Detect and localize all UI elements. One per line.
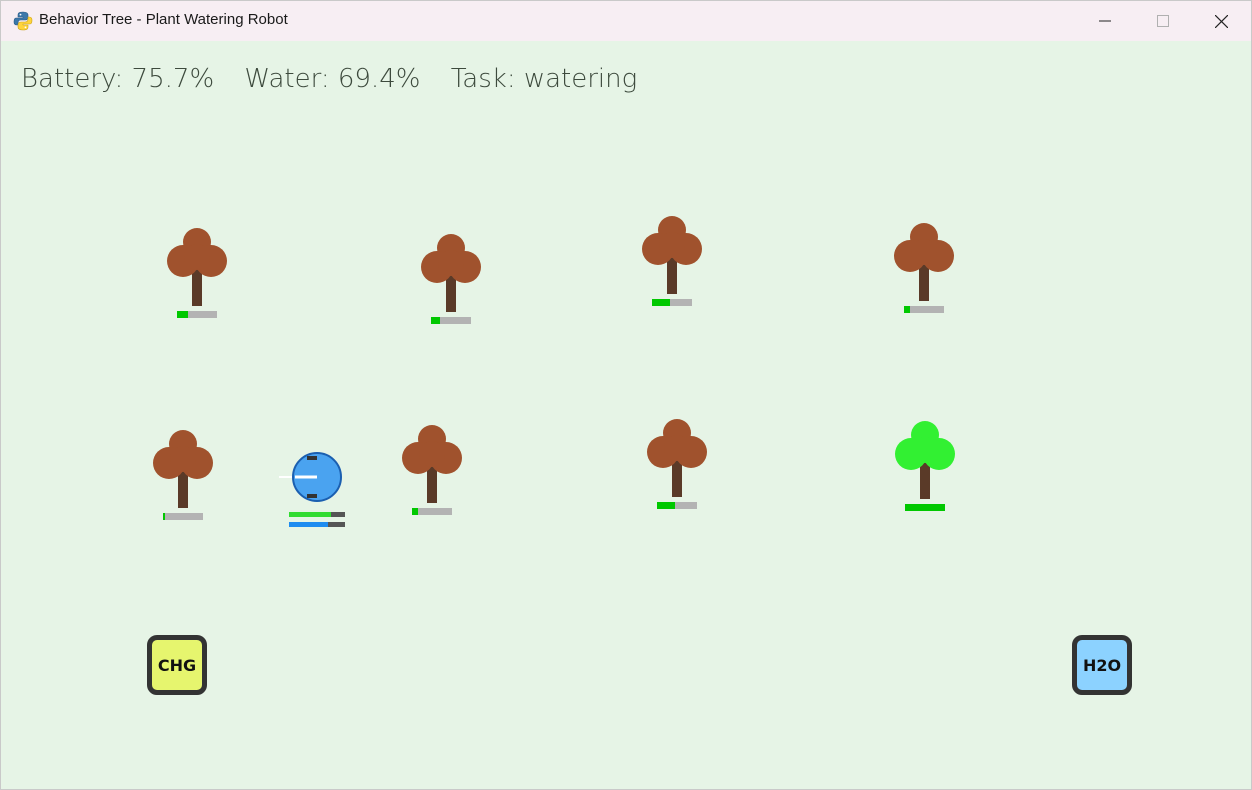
plant (632, 215, 712, 325)
plant-icon (402, 425, 462, 503)
app-window: Behavior Tree - Plant Watering Robot Bat… (0, 0, 1252, 790)
status-hud: Battery: 75.7% Water: 69.4% Task: wateri… (21, 64, 659, 94)
plant-moisture-fill (905, 504, 945, 511)
water-station[interactable]: H2O (1072, 635, 1132, 695)
plant-moisture-fill (163, 513, 165, 520)
plant (392, 424, 472, 534)
plant-icon (894, 223, 954, 301)
plant-moisture-bar (412, 508, 452, 515)
plant (885, 420, 965, 530)
plant-icon (167, 228, 227, 306)
plant (884, 222, 964, 332)
task-status: Task: watering (450, 64, 638, 94)
robot-battery-bar (289, 512, 345, 517)
charging-station-label: CHG (157, 655, 197, 675)
plant (157, 227, 237, 337)
maximize-icon (1157, 15, 1169, 27)
plant-moisture-bar (904, 306, 944, 313)
close-icon (1214, 14, 1228, 28)
robot (277, 451, 349, 531)
plant (637, 418, 717, 528)
robot-water-bar (289, 522, 345, 527)
plant-moisture-bar (652, 299, 692, 306)
plant-icon (153, 430, 213, 508)
water-station-label: H2O (1082, 655, 1122, 675)
plant-moisture-bar (177, 311, 217, 318)
title-bar[interactable]: Behavior Tree - Plant Watering Robot (1, 1, 1251, 41)
plant (143, 429, 223, 539)
plant-moisture-fill (652, 299, 670, 306)
plant-moisture-fill (904, 306, 910, 313)
plant-moisture-fill (177, 311, 189, 318)
close-button[interactable] (1192, 1, 1250, 41)
minimize-icon (1099, 20, 1111, 22)
plant-moisture-fill (431, 317, 440, 324)
charging-station[interactable]: CHG (147, 635, 207, 695)
plant-icon (895, 421, 955, 499)
plant-icon (421, 234, 481, 312)
python-logo-icon (13, 11, 33, 31)
battery-status: Battery: 75.7% (21, 64, 215, 94)
plant-icon (642, 216, 702, 294)
robot-battery-fill (289, 512, 332, 517)
plant-moisture-bar (163, 513, 203, 520)
maximize-button[interactable] (1134, 1, 1192, 41)
robot-water-fill (289, 522, 328, 527)
game-canvas[interactable]: Battery: 75.7% Water: 69.4% Task: wateri… (1, 41, 1251, 789)
plant-moisture-bar (905, 504, 945, 511)
robot-icon (279, 452, 342, 502)
plant-moisture-fill (657, 502, 675, 509)
plant (411, 233, 491, 343)
minimize-button[interactable] (1076, 1, 1134, 41)
window-title: Behavior Tree - Plant Watering Robot (39, 11, 288, 28)
water-status: Water: 69.4% (244, 64, 421, 94)
plant-icon (647, 419, 707, 497)
plant-moisture-fill (412, 508, 418, 515)
plant-moisture-bar (431, 317, 471, 324)
plant-moisture-bar (657, 502, 697, 509)
